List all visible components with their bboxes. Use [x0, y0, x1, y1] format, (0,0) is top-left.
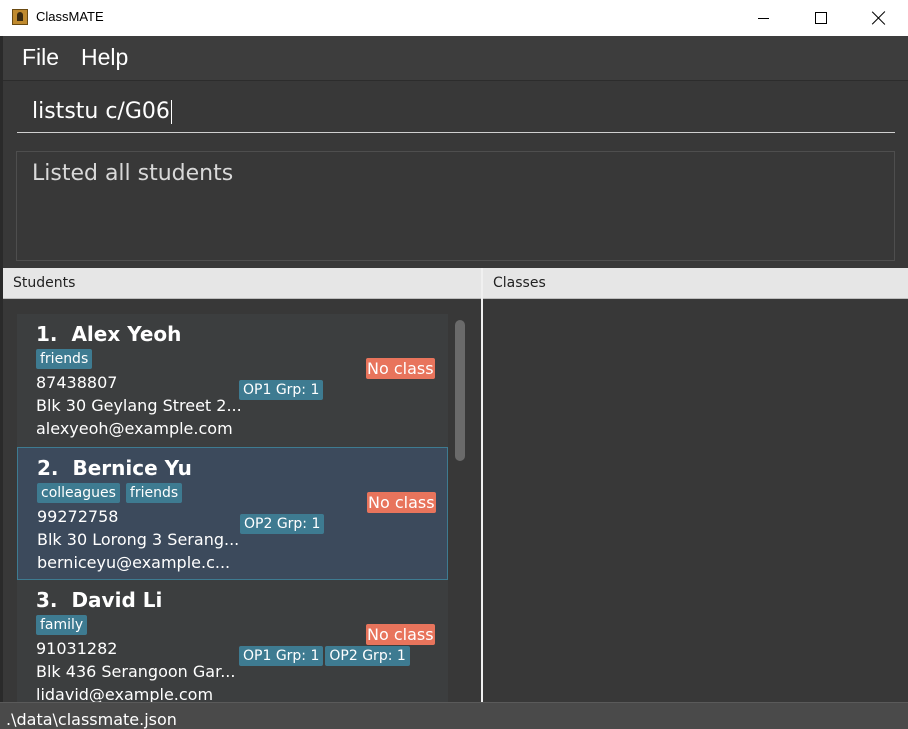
- data-file-path: .\data\classmate.json: [6, 710, 177, 729]
- result-message: Listed all students: [32, 161, 234, 186]
- student-email: berniceyu@example.c...: [37, 553, 231, 572]
- scrollbar-thumb[interactable]: [455, 320, 465, 461]
- window-title: ClassMATE: [36, 9, 104, 24]
- text-caret: [170, 100, 172, 124]
- maximize-icon: [815, 12, 827, 24]
- menu-bar: File Help: [3, 36, 908, 81]
- student-address: Blk 436 Serangoon Gar...: [36, 662, 236, 681]
- group-tags: OP1 Grp: 1: [239, 379, 325, 400]
- class-status-badge: No class: [366, 358, 435, 379]
- tag-badge: friends: [36, 349, 93, 369]
- status-bar: .\data\classmate.json: [0, 702, 908, 729]
- student-card[interactable]: 3. David Li family 91031282 Blk 436 Sera…: [17, 580, 448, 702]
- student-list-scrollbar[interactable]: [452, 316, 466, 702]
- close-icon: [872, 11, 886, 25]
- menu-file[interactable]: File: [22, 44, 59, 71]
- student-name: 3. David Li: [36, 588, 163, 612]
- group-badge: OP1 Grp: 1: [239, 380, 324, 400]
- student-address: Blk 30 Geylang Street 2...: [36, 396, 242, 415]
- group-badge: OP1 Grp: 1: [239, 646, 324, 666]
- command-text: liststu c/G06: [32, 99, 170, 124]
- result-display: Listed all students: [16, 151, 895, 261]
- student-card[interactable]: 1. Alex Yeoh friends 87438807 Blk 30 Gey…: [17, 314, 448, 447]
- student-phone: 91031282: [36, 639, 118, 658]
- maximize-button[interactable]: [792, 0, 850, 36]
- student-tags: colleagues friends: [37, 482, 188, 503]
- student-tags: family: [36, 614, 93, 635]
- group-badge: OP2 Grp: 1: [325, 646, 410, 666]
- class-list[interactable]: [483, 300, 908, 702]
- student-email: lidavid@example.com: [36, 685, 214, 702]
- student-phone: 99272758: [37, 507, 119, 526]
- group-badge: OP2 Grp: 1: [240, 514, 325, 534]
- tag-badge: family: [36, 615, 88, 635]
- student-email: alexyeoh@example.com: [36, 419, 233, 438]
- student-name: 2. Bernice Yu: [37, 456, 192, 480]
- command-area: liststu c/G06: [3, 81, 908, 147]
- tag-badge: friends: [125, 483, 183, 503]
- command-input[interactable]: liststu c/G06: [17, 91, 895, 133]
- minimize-button[interactable]: [734, 0, 792, 36]
- class-status-badge: No class: [367, 492, 436, 513]
- tag-badge: colleagues: [37, 483, 120, 503]
- app-icon: [12, 9, 28, 25]
- student-card-selected[interactable]: 2. Bernice Yu colleagues friends 99272758…: [17, 447, 448, 580]
- student-address: Blk 30 Lorong 3 Serang...: [37, 530, 240, 549]
- student-name: 1. Alex Yeoh: [36, 322, 182, 346]
- student-list[interactable]: 1. Alex Yeoh friends 87438807 Blk 30 Gey…: [3, 300, 481, 702]
- student-phone: 87438807: [36, 373, 118, 392]
- class-status-badge: No class: [366, 624, 435, 645]
- menu-help[interactable]: Help: [81, 44, 128, 71]
- group-tags: OP2 Grp: 1: [240, 513, 326, 534]
- title-bar: ClassMATE: [0, 0, 908, 36]
- classes-panel-header: Classes: [483, 268, 908, 299]
- minimize-icon: [757, 17, 769, 19]
- close-button[interactable]: [850, 0, 908, 36]
- students-panel-header: Students: [3, 268, 481, 299]
- student-tags: friends: [36, 348, 98, 369]
- group-tags: OP1 Grp: 1 OP2 Grp: 1: [239, 645, 412, 666]
